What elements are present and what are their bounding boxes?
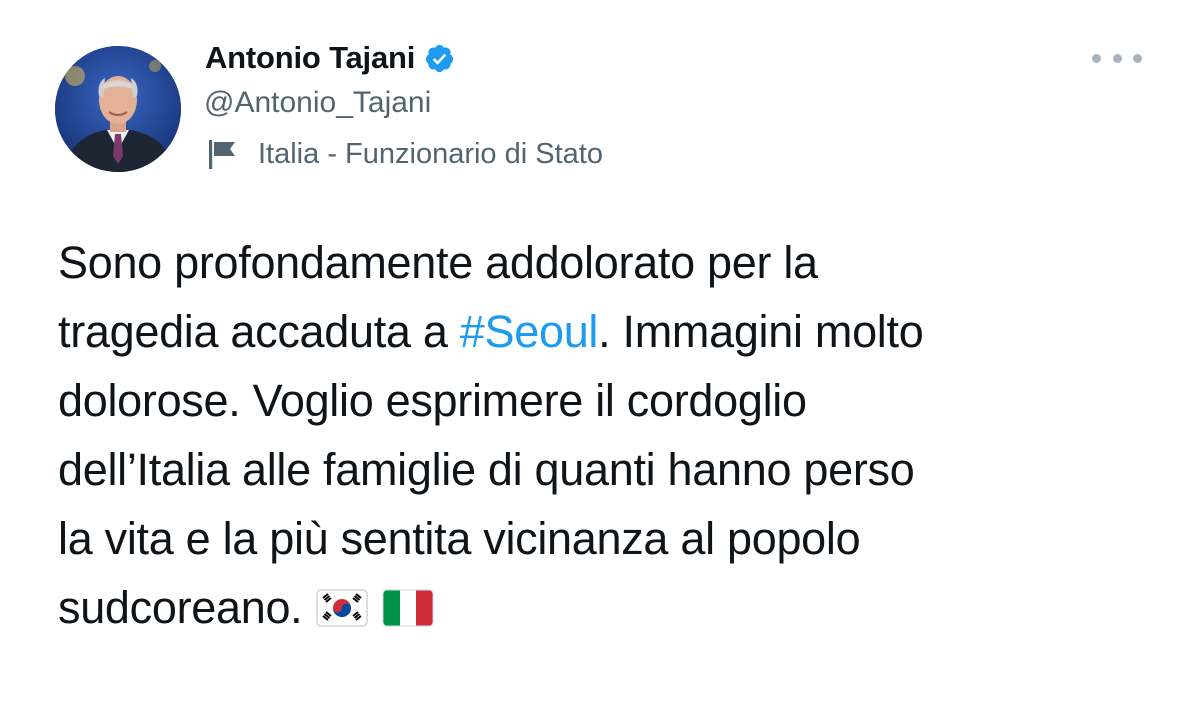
tweet-text-segment: sudcoreano.: [58, 582, 303, 633]
tweet-line: la vita e la più sentita vicinanza al po…: [58, 513, 861, 564]
south-korea-flag-emoji: [316, 577, 369, 627]
tweet-line: dell’Italia alle famiglie di quanti hann…: [58, 444, 915, 495]
more-dot: [1112, 53, 1122, 63]
hashtag-link[interactable]: #Seoul: [460, 306, 599, 357]
italy-flag-emoji: [382, 577, 434, 627]
tweet-line: sudcoreano.: [58, 573, 1178, 642]
account-label-text: Italia - Funzionario di Stato: [258, 137, 603, 170]
author-handle[interactable]: @Antonio_Tajani: [204, 86, 431, 120]
verified-badge-icon: [424, 43, 455, 74]
flag-icon: [204, 136, 240, 172]
user-avatar-photo: [55, 46, 181, 172]
more-dot: [1092, 53, 1101, 63]
author-name-row: Antonio Tajani: [205, 38, 455, 78]
author-display-name[interactable]: Antonio Tajani: [205, 40, 415, 76]
account-label[interactable]: Italia - Funzionario di Stato: [204, 134, 603, 174]
tweet-text: Sono profondamente addolorato per la tra…: [58, 228, 1178, 642]
avatar[interactable]: [55, 46, 181, 172]
more-horizontal-icon[interactable]: [1092, 40, 1142, 76]
tweet-line: Sono profondamente addolorato per la: [58, 237, 818, 288]
more-dot: [1133, 53, 1142, 63]
tweet-text-segment: tragedia accaduta a: [58, 306, 460, 357]
tweet-text-segment: . Immagini molto: [598, 306, 924, 357]
tweet-line: tragedia accaduta a #Seoul. Immagini mol…: [58, 297, 1178, 366]
tweet-line: dolorose. Voglio esprimere il cordoglio: [58, 375, 807, 426]
